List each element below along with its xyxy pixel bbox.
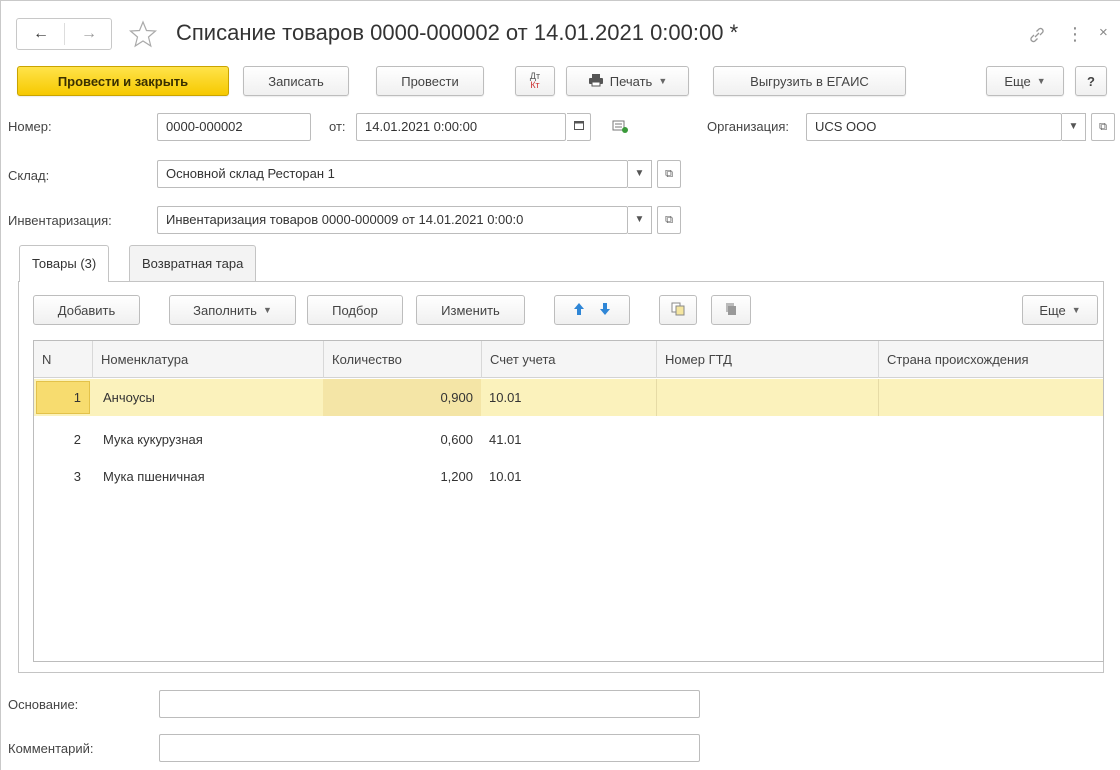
item-name: Мука кукурузная xyxy=(103,432,203,447)
number-field[interactable]: 0000-000002 xyxy=(157,113,311,141)
column-header[interactable]: Страна происхождения xyxy=(878,341,1105,378)
table-row[interactable]: 1 Анчоусы 0,900 10.01 xyxy=(34,379,1103,416)
open-link-icon: ⧉ xyxy=(665,214,673,226)
printer-icon xyxy=(588,73,604,90)
basis-field[interactable] xyxy=(159,690,700,718)
upload-egais-button[interactable]: Выгрузить в ЕГАИС xyxy=(713,66,906,96)
row-number: 3 xyxy=(73,469,81,484)
forward-button[interactable]: → xyxy=(69,23,109,45)
column-header[interactable]: Номенклатура xyxy=(92,341,323,378)
window-title: Списание товаров 0000-000002 от 14.01.20… xyxy=(176,20,739,45)
organization-label: Организация: xyxy=(707,119,790,134)
print-button[interactable]: Печать ▼ xyxy=(566,66,689,96)
back-button[interactable]: ← xyxy=(21,23,61,45)
dt-kt-button[interactable]: Дт Кт xyxy=(515,66,555,96)
chevron-down-icon: ▼ xyxy=(1071,305,1081,315)
row-number: 1 xyxy=(73,390,81,405)
inventory-label: Инвентаризация: xyxy=(8,213,112,228)
arrow-right-icon: → xyxy=(81,25,97,42)
calendar-button[interactable] xyxy=(567,113,591,141)
document-status-icon[interactable] xyxy=(611,118,629,137)
date-field[interactable]: 14.01.2021 0:00:00 xyxy=(356,113,566,141)
close-icon[interactable]: × xyxy=(1099,24,1108,41)
dt-kt-icon: Дт Кт xyxy=(529,71,541,90)
edit-button[interactable]: Изменить xyxy=(416,295,525,325)
item-name: Анчоусы xyxy=(103,390,155,405)
goods-table[interactable]: N Номенклатура Количество Счет учета Ном… xyxy=(33,340,1104,662)
fill-button[interactable]: Заполнить ▼ xyxy=(169,295,296,325)
item-name: Мука пшеничная xyxy=(103,469,205,484)
tab-returnable-containers[interactable]: Возвратная тара xyxy=(129,245,257,281)
number-label: Номер: xyxy=(8,119,52,134)
table-header: N Номенклатура Количество Счет учета Ном… xyxy=(34,341,1103,378)
more-label: Еще xyxy=(1004,73,1031,89)
delete-row-button[interactable] xyxy=(711,295,751,325)
organization-field[interactable]: UCS ООО xyxy=(806,113,1062,141)
table-more-button[interactable]: Еще ▼ xyxy=(1022,295,1098,325)
chevron-down-icon: ▼ xyxy=(634,168,645,179)
chevron-down-icon: ▼ xyxy=(634,214,645,225)
inventory-field[interactable]: Инвентаризация товаров 0000-000009 от 14… xyxy=(157,206,628,234)
basis-label: Основание: xyxy=(8,697,79,712)
print-label: Печать xyxy=(609,73,653,89)
open-link-icon: ⧉ xyxy=(665,168,673,180)
history-nav: ← → xyxy=(16,18,112,50)
chevron-down-icon: ▼ xyxy=(1068,121,1079,132)
warehouse-dropdown-button[interactable]: ▼ xyxy=(628,160,652,188)
column-header[interactable]: Количество xyxy=(323,341,481,378)
move-up-icon[interactable] xyxy=(573,302,585,319)
copy-icon xyxy=(671,302,685,319)
calendar-icon xyxy=(573,121,584,133)
chevron-down-icon: ▼ xyxy=(658,76,668,86)
comment-label: Комментарий: xyxy=(8,741,94,756)
delete-icon xyxy=(724,302,738,319)
table-row[interactable]: 3 Мука пшеничная 1,200 10.01 xyxy=(34,458,1103,495)
help-button[interactable]: ? xyxy=(1075,66,1107,96)
item-quantity: 0,600 xyxy=(440,432,473,447)
item-account: 10.01 xyxy=(489,469,522,484)
post-and-close-button[interactable]: Провести и закрыть xyxy=(17,66,229,96)
organization-dropdown-button[interactable]: ▼ xyxy=(1062,113,1086,141)
warehouse-field[interactable]: Основной склад Ресторан 1 xyxy=(157,160,628,188)
inventory-open-button[interactable]: ⧉ xyxy=(657,206,681,234)
table-more-label: Еще xyxy=(1039,302,1066,318)
date-label: от: xyxy=(329,119,346,134)
item-account: 10.01 xyxy=(489,390,522,405)
column-header[interactable]: Счет учета xyxy=(481,341,656,378)
more-vertical-icon[interactable]: ⋮ xyxy=(1066,24,1084,45)
pick-button[interactable]: Подбор xyxy=(307,295,403,325)
warehouse-label: Склад: xyxy=(8,168,50,183)
more-button[interactable]: Еще ▼ xyxy=(986,66,1064,96)
arrow-left-icon: ← xyxy=(33,25,49,42)
item-account: 41.01 xyxy=(489,432,522,447)
fill-label: Заполнить xyxy=(193,302,257,318)
open-link-icon: ⧉ xyxy=(1099,121,1107,133)
row-number: 2 xyxy=(73,432,81,447)
organization-open-button[interactable]: ⧉ xyxy=(1091,113,1115,141)
column-header[interactable]: N xyxy=(34,341,92,378)
save-button[interactable]: Записать xyxy=(243,66,349,96)
chevron-down-icon: ▼ xyxy=(1036,76,1046,86)
inventory-dropdown-button[interactable]: ▼ xyxy=(628,206,652,234)
table-row[interactable]: 2 Мука кукурузная 0,600 41.01 xyxy=(34,421,1103,458)
chevron-down-icon: ▼ xyxy=(262,305,272,315)
add-button[interactable]: Добавить xyxy=(33,295,140,325)
tab-goods[interactable]: Товары (3) xyxy=(19,245,110,282)
link-icon[interactable] xyxy=(1028,26,1046,49)
favorite-star-icon[interactable] xyxy=(128,20,158,48)
warehouse-open-button[interactable]: ⧉ xyxy=(657,160,681,188)
move-buttons xyxy=(554,295,630,325)
item-quantity: 1,200 xyxy=(440,469,473,484)
copy-row-button[interactable] xyxy=(659,295,697,325)
comment-field[interactable] xyxy=(159,734,700,762)
move-down-icon[interactable] xyxy=(599,302,611,319)
item-quantity: 0,900 xyxy=(440,390,473,405)
column-header[interactable]: Номер ГТД xyxy=(656,341,878,378)
post-button[interactable]: Провести xyxy=(376,66,484,96)
